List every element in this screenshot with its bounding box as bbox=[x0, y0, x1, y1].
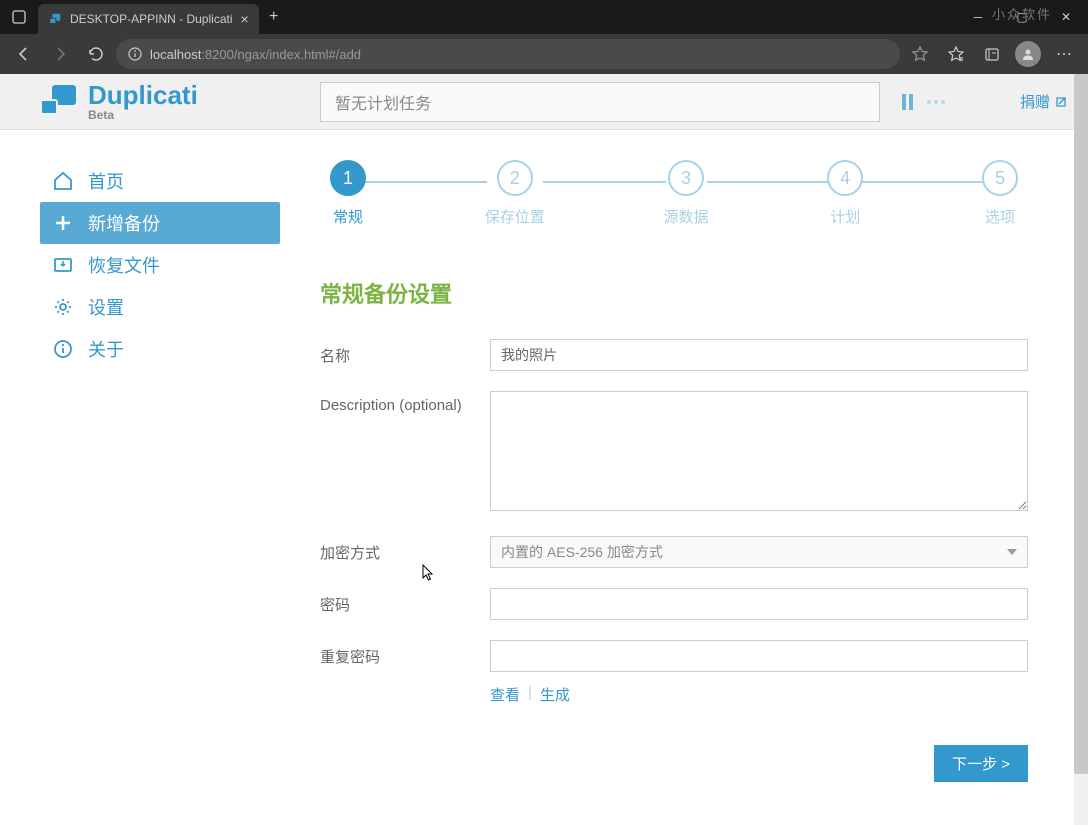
back-button[interactable] bbox=[8, 38, 40, 70]
gear-icon bbox=[52, 296, 74, 318]
nav-restore[interactable]: 恢复文件 bbox=[40, 244, 280, 286]
nav-home[interactable]: 首页 bbox=[40, 160, 280, 202]
show-password-link[interactable]: 查看 bbox=[490, 684, 520, 705]
encryption-label: 加密方式 bbox=[320, 536, 490, 563]
app-name: Duplicati bbox=[88, 82, 198, 108]
status-bar: 暂无计划任务 bbox=[320, 82, 880, 122]
nav-add-backup[interactable]: 新增备份 bbox=[40, 202, 280, 244]
favorites-button[interactable] bbox=[940, 38, 972, 70]
vertical-scrollbar[interactable] bbox=[1074, 74, 1088, 825]
restore-icon bbox=[52, 254, 74, 276]
step-4[interactable]: 4 计划 bbox=[827, 160, 863, 227]
pause-button[interactable] bbox=[902, 94, 913, 110]
tab-manager-button[interactable] bbox=[0, 0, 38, 34]
url-path: :8200/ngax/index.html#/add bbox=[201, 47, 361, 62]
refresh-button[interactable] bbox=[80, 38, 112, 70]
tab-favicon-icon bbox=[48, 12, 62, 26]
app-logo[interactable]: Duplicati Beta bbox=[40, 82, 310, 122]
name-label: 名称 bbox=[320, 339, 490, 366]
password-label: 密码 bbox=[320, 588, 490, 615]
menu-button[interactable]: ⋯ bbox=[1048, 38, 1080, 70]
profile-button[interactable] bbox=[1012, 38, 1044, 70]
wizard-steps: 1 常规 2 保存位置 3 源数据 4 计划 bbox=[320, 160, 1028, 227]
window-close-button[interactable]: ✕ bbox=[1044, 0, 1088, 34]
section-title: 常规备份设置 bbox=[320, 277, 1028, 309]
password-input[interactable] bbox=[490, 588, 1028, 620]
new-tab-button[interactable]: + bbox=[259, 8, 289, 26]
home-icon bbox=[52, 170, 74, 192]
repeat-password-input[interactable] bbox=[490, 640, 1028, 672]
encryption-select[interactable]: 内置的 AES-256 加密方式 bbox=[490, 536, 1028, 568]
beta-label: Beta bbox=[88, 108, 198, 122]
site-info-icon bbox=[128, 47, 142, 61]
window-maximize-button[interactable]: ▢ bbox=[1000, 0, 1044, 34]
generate-password-link[interactable]: 生成 bbox=[540, 684, 570, 705]
throttle-button[interactable] bbox=[927, 100, 945, 104]
step-1[interactable]: 1 常规 bbox=[330, 160, 366, 227]
browser-tab[interactable]: DESKTOP-APPINN - Duplicati × bbox=[38, 4, 259, 34]
collections-button[interactable] bbox=[976, 38, 1008, 70]
nav-about[interactable]: 关于 bbox=[40, 328, 280, 370]
tab-title: DESKTOP-APPINN - Duplicati bbox=[70, 12, 233, 26]
forward-button[interactable] bbox=[44, 38, 76, 70]
name-input[interactable] bbox=[490, 339, 1028, 371]
description-textarea[interactable] bbox=[490, 391, 1028, 511]
star-button[interactable] bbox=[904, 38, 936, 70]
tab-close-icon[interactable]: × bbox=[241, 11, 249, 27]
info-icon bbox=[52, 338, 74, 360]
plus-icon bbox=[52, 212, 74, 234]
step-5[interactable]: 5 选项 bbox=[982, 160, 1018, 227]
step-2[interactable]: 2 保存位置 bbox=[485, 160, 545, 227]
step-3[interactable]: 3 源数据 bbox=[664, 160, 709, 227]
duplicati-logo-icon bbox=[40, 85, 78, 119]
window-minimize-button[interactable]: ─ bbox=[956, 0, 1000, 34]
donate-link[interactable]: 捐赠 bbox=[1020, 91, 1068, 112]
nav-settings[interactable]: 设置 bbox=[40, 286, 280, 328]
description-label: Description (optional) bbox=[320, 391, 490, 414]
external-link-icon bbox=[1054, 95, 1068, 109]
repeat-password-label: 重复密码 bbox=[320, 640, 490, 667]
address-bar[interactable]: localhost:8200/ngax/index.html#/add bbox=[116, 39, 900, 69]
next-button[interactable]: 下一步 > bbox=[934, 745, 1028, 782]
url-host: localhost bbox=[150, 47, 201, 62]
